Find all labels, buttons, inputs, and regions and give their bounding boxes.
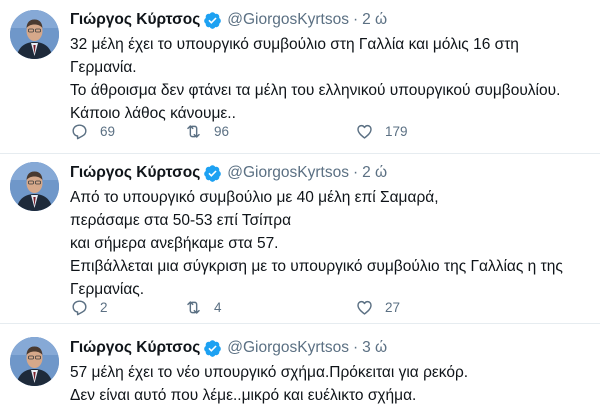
avatar[interactable] (10, 162, 59, 211)
tweet-timestamp[interactable]: 2 ώ (362, 164, 387, 182)
retweet-button[interactable]: 96 (184, 122, 229, 141)
tweet-3[interactable]: Γιώργος Κύρτσος @GiorgosKyrtsos · 3 ώ 57… (0, 324, 600, 417)
author-handle[interactable]: @GiorgosKyrtsos (227, 164, 349, 182)
separator-dot: · (352, 11, 359, 28)
verified-badge-icon (203, 164, 222, 183)
avatar-image (10, 10, 59, 59)
retweet-icon (184, 122, 203, 141)
tweet-header: Γιώργος Κύρτσος @GiorgosKyrtsos · 3 ώ (70, 337, 590, 359)
avatar[interactable] (10, 10, 59, 59)
author-name[interactable]: Γιώργος Κύρτσος (70, 339, 200, 357)
tweet-text-line: Κάποιο λάθος κάνουμε.. (70, 105, 236, 122)
tweet-feed: Γιώργος Κύρτσος @GiorgosKyrtsos · 2 ώ 32… (0, 0, 600, 417)
tweet-timestamp[interactable]: 3 ώ (362, 339, 387, 357)
tweet-header: Γιώργος Κύρτσος @GiorgosKyrtsos · 2 ώ (70, 9, 590, 31)
tweet-timestamp[interactable]: 2 ώ (362, 11, 387, 29)
tweet-text: 32 μέλη έχει το υπουργικό συμβούλιο στη … (70, 33, 590, 125)
author-handle[interactable]: @GiorgosKyrtsos (227, 339, 349, 357)
reply-count: 69 (100, 123, 116, 139)
verified-badge-icon (203, 11, 222, 30)
reply-button[interactable]: 69 (70, 122, 115, 141)
reply-count: 2 (100, 299, 108, 315)
heart-icon (355, 122, 374, 141)
author-handle[interactable]: @GiorgosKyrtsos (227, 11, 349, 29)
tweet-text-line: περάσαμε στα 50-53 επί Τσίπρα (70, 212, 292, 229)
avatar[interactable] (10, 337, 59, 386)
separator-dot: · (352, 164, 359, 181)
like-button[interactable]: 179 (355, 122, 408, 141)
author-name[interactable]: Γιώργος Κύρτσος (70, 164, 200, 182)
avatar-image (10, 162, 59, 211)
retweet-count: 96 (214, 123, 230, 139)
retweet-button[interactable]: 4 (184, 298, 222, 317)
tweet-text-line: και σήμερα ανεβήκαμε στα 57. (70, 235, 279, 252)
tweet-text-line: Από το υπουργικό συμβούλιο με 40 μέλη επ… (70, 189, 439, 206)
reply-button[interactable]: 2 (70, 298, 108, 317)
tweet-text-line: Επιβάλλεται μια σύγκριση με το υπουργικό… (70, 258, 563, 275)
verified-badge-icon (203, 339, 222, 358)
like-count: 27 (385, 299, 401, 315)
tweet-text-line: 32 μέλη έχει το υπουργικό συμβούλιο στη … (70, 36, 519, 53)
reply-icon (70, 298, 89, 317)
heart-icon (355, 298, 374, 317)
author-name[interactable]: Γιώργος Κύρτσος (70, 11, 200, 29)
tweet-text-line: Γερμανία. (70, 59, 137, 76)
tweet-text-line: Γερμανίας. (70, 281, 145, 298)
like-count: 179 (385, 123, 408, 139)
reply-icon (70, 122, 89, 141)
tweet-text-line: Το άθροισμα δεν φτάνει τα μέλη του ελλην… (70, 82, 561, 99)
tweet-text-line: Δεν είναι αυτό που λέμε..μικρό και ευέλι… (70, 387, 417, 404)
tweet-2[interactable]: Γιώργος Κύρτσος @GiorgosKyrtsos · 2 ώ Απ… (0, 154, 600, 324)
tweet-header: Γιώργος Κύρτσος @GiorgosKyrtsos · 2 ώ (70, 162, 590, 184)
tweet-text: 57 μέλη έχει το νέο υπουργικό σχήμα.Πρόκ… (70, 361, 590, 407)
tweet-1[interactable]: Γιώργος Κύρτσος @GiorgosKyrtsos · 2 ώ 32… (0, 0, 600, 154)
like-button[interactable]: 27 (355, 298, 400, 317)
retweet-icon (184, 298, 203, 317)
tweet-text: Από το υπουργικό συμβούλιο με 40 μέλη επ… (70, 186, 590, 301)
retweet-count: 4 (214, 299, 222, 315)
avatar-image (10, 337, 59, 386)
tweet-text-line: 57 μέλη έχει το νέο υπουργικό σχήμα.Πρόκ… (70, 364, 469, 381)
separator-dot: · (352, 339, 359, 356)
